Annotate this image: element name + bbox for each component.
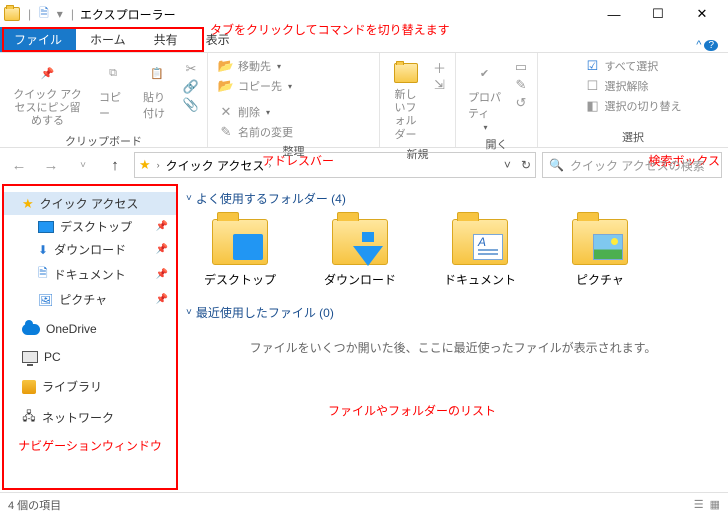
- folder-desktop[interactable]: デスクトップ: [200, 219, 280, 288]
- status-count: 4 個の項目: [8, 497, 61, 513]
- maximize-button[interactable]: ☐: [636, 0, 680, 28]
- pin-icon: 📌: [34, 59, 62, 87]
- nav-libraries[interactable]: ライブラリ: [4, 375, 176, 398]
- tab-file[interactable]: ファイル: [0, 27, 76, 52]
- addr-dropdown-icon[interactable]: ˅: [504, 158, 511, 172]
- nav-network[interactable]: 🖧ネットワーク: [4, 406, 176, 429]
- search-icon: 🔍: [549, 158, 564, 172]
- paste-shortcut-icon[interactable]: 📎: [183, 97, 199, 113]
- annotation-filelist: ファイルやフォルダーのリスト: [328, 402, 496, 419]
- properties-button[interactable]: ✔ プロパティ▾: [464, 57, 505, 134]
- nav-pc[interactable]: PC: [4, 347, 176, 367]
- nav-up-button[interactable]: ↑: [102, 152, 128, 178]
- tab-view[interactable]: 表示: [192, 27, 244, 52]
- titlebar: | 🗎 ▾ | エクスプローラー — ☐ ✕: [0, 0, 728, 28]
- chevron-down-icon: ˅: [186, 193, 192, 204]
- easy-access-icon[interactable]: ⇲: [432, 77, 448, 93]
- view-large-icon[interactable]: ▦: [710, 498, 720, 511]
- group-label-select: 選択: [622, 127, 644, 145]
- empty-message: ファイルをいくつか開いた後、ここに最近使ったファイルが表示されます。: [186, 329, 720, 366]
- ribbon-tabs: ファイル ホーム 共有 表示 ㅤ^ ?: [0, 28, 728, 53]
- tab-home[interactable]: ホーム: [76, 27, 140, 52]
- document-icon: 🗎: [38, 264, 48, 285]
- app-icon: [4, 7, 20, 21]
- ribbon: 📌 クイック アクセスにピン留めする ⧉ コピー 📋 貼り付け ✂ 🔗 📎 クリ…: [0, 53, 728, 148]
- annotation-navpane: ナビゲーションウィンドウ: [4, 429, 176, 454]
- new-folder-button[interactable]: 新しいフォルダー: [388, 57, 424, 144]
- ribbon-collapse[interactable]: ㅤ^ ?: [676, 36, 728, 52]
- pc-icon: [22, 351, 38, 363]
- nav-back-button[interactable]: ←: [6, 152, 32, 178]
- delete-button[interactable]: ✕削除▾: [216, 103, 295, 121]
- select-invert-button[interactable]: ◧選択の切り替え: [583, 97, 684, 115]
- new-folder-icon: [392, 59, 420, 87]
- folder-downloads[interactable]: ダウンロード: [320, 219, 400, 288]
- folder-pictures[interactable]: ピクチャ: [560, 219, 640, 288]
- copypath-icon[interactable]: 🔗: [183, 79, 199, 95]
- status-bar: 4 個の項目 ☰ ▦: [0, 492, 728, 516]
- nav-pictures[interactable]: 🖼ピクチャ📌: [4, 288, 176, 311]
- section-frequent[interactable]: ˅よく使用するフォルダー (4): [186, 190, 720, 207]
- content-area: ˅よく使用するフォルダー (4) デスクトップ ダウンロード ドキュメント ピク…: [178, 182, 728, 492]
- nav-forward-button[interactable]: →: [38, 152, 64, 178]
- network-icon: 🖧: [22, 411, 36, 425]
- open-icon[interactable]: ▭: [513, 59, 529, 75]
- group-label-clipboard: クリップボード: [65, 131, 142, 149]
- address-bar[interactable]: ★ › クイック アクセス › ˅ ↻: [134, 152, 536, 178]
- folder-documents[interactable]: ドキュメント: [440, 219, 520, 288]
- section-recent[interactable]: ˅最近使用したファイル (0): [186, 304, 720, 321]
- rename-icon: ✎: [218, 124, 234, 140]
- nav-documents[interactable]: 🗎ドキュメント📌: [4, 261, 176, 288]
- select-all-icon: ☑: [585, 58, 601, 74]
- address-row: ← → ˅ ↑ ★ › クイック アクセス › ˅ ↻ 🔍 クイック アクセスの…: [0, 148, 728, 182]
- close-button[interactable]: ✕: [680, 0, 724, 28]
- pin-to-quickaccess-button[interactable]: 📌 クイック アクセスにピン留めする: [8, 57, 87, 131]
- copyto-button[interactable]: 📂コピー先▾: [216, 77, 294, 95]
- select-all-button[interactable]: ☑すべて選択: [583, 57, 684, 75]
- copyto-icon: 📂: [218, 78, 234, 94]
- tab-share[interactable]: 共有: [140, 27, 192, 52]
- nav-desktop[interactable]: デスクトップ📌: [4, 215, 176, 238]
- paste-button[interactable]: 📋 貼り付け: [139, 57, 175, 123]
- paste-icon: 📋: [143, 59, 171, 87]
- onedrive-icon: [22, 324, 40, 335]
- select-none-button[interactable]: ☐選択解除: [583, 77, 684, 95]
- cut-icon[interactable]: ✂: [183, 61, 199, 77]
- copy-button[interactable]: ⧉ コピー: [95, 57, 131, 123]
- breadcrumb[interactable]: クイック アクセス ›: [166, 157, 272, 174]
- moveto-icon: 📂: [218, 58, 234, 74]
- new-window-icon[interactable]: 🗎: [39, 4, 49, 25]
- view-details-icon[interactable]: ☰: [694, 498, 704, 511]
- quickaccess-icon: ★: [139, 157, 151, 173]
- search-input[interactable]: 🔍 クイック アクセスの検索: [542, 152, 722, 178]
- nav-downloads[interactable]: ⬇ダウンロード📌: [4, 238, 176, 261]
- select-none-icon: ☐: [585, 78, 601, 94]
- delete-icon: ✕: [218, 104, 234, 120]
- edit-icon[interactable]: ✎: [513, 77, 529, 93]
- properties-icon: ✔: [471, 59, 499, 87]
- library-icon: [22, 380, 36, 394]
- select-invert-icon: ◧: [585, 98, 601, 114]
- star-icon: ★: [22, 196, 34, 212]
- nav-quick-access[interactable]: ★クイック アクセス: [4, 192, 176, 215]
- window-title: エクスプローラー: [80, 6, 176, 23]
- moveto-button[interactable]: 📂移動先▾: [216, 57, 294, 75]
- navigation-pane: ★クイック アクセス デスクトップ📌 ⬇ダウンロード📌 🗎ドキュメント📌 🖼ピク…: [2, 184, 178, 490]
- picture-icon: 🖼: [38, 293, 53, 307]
- nav-onedrive[interactable]: OneDrive: [4, 319, 176, 339]
- desktop-icon: [38, 221, 54, 233]
- refresh-icon[interactable]: ↻: [521, 158, 531, 172]
- history-icon[interactable]: ↺: [513, 95, 529, 111]
- download-icon: ⬇: [38, 243, 48, 257]
- nav-recent-button[interactable]: ˅: [70, 152, 96, 178]
- rename-button[interactable]: ✎名前の変更: [216, 123, 295, 141]
- copy-icon: ⧉: [99, 59, 127, 87]
- chevron-down-icon: ˅: [186, 307, 192, 318]
- new-item-icon[interactable]: ＋: [432, 59, 448, 75]
- minimize-button[interactable]: —: [592, 0, 636, 28]
